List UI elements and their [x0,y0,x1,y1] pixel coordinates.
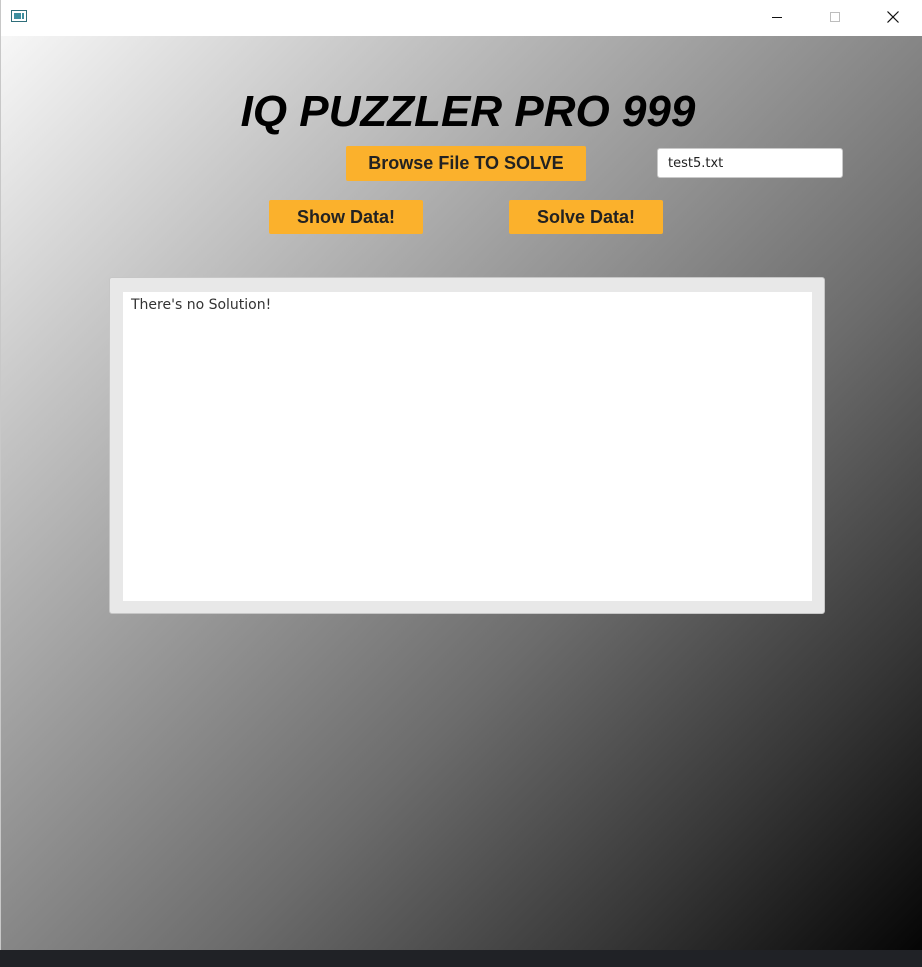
solve-data-button[interactable]: Solve Data! [509,200,663,234]
minimize-icon [772,16,782,18]
app-window-icon [11,10,27,22]
output-text: There's no Solution! [131,297,272,313]
close-icon [887,11,899,23]
output-text-area[interactable]: There's no Solution! [123,292,812,601]
show-data-button[interactable]: Show Data! [269,200,423,234]
browse-file-button[interactable]: Browse File TO SOLVE [346,146,586,181]
taskbar-strip [0,950,922,967]
app-window: IQ PUZZLER PRO 999 Browse File TO SOLVE … [0,0,922,950]
maximize-button[interactable] [806,0,864,34]
main-content: IQ PUZZLER PRO 999 Browse File TO SOLVE … [1,36,922,950]
file-name-field[interactable] [657,148,843,178]
app-title: IQ PUZZLER PRO 999 [240,87,696,136]
title-bar[interactable] [1,0,922,36]
output-panel: There's no Solution! [109,277,825,614]
maximize-icon [830,12,840,22]
close-button[interactable] [864,0,922,34]
minimize-button[interactable] [748,0,806,34]
